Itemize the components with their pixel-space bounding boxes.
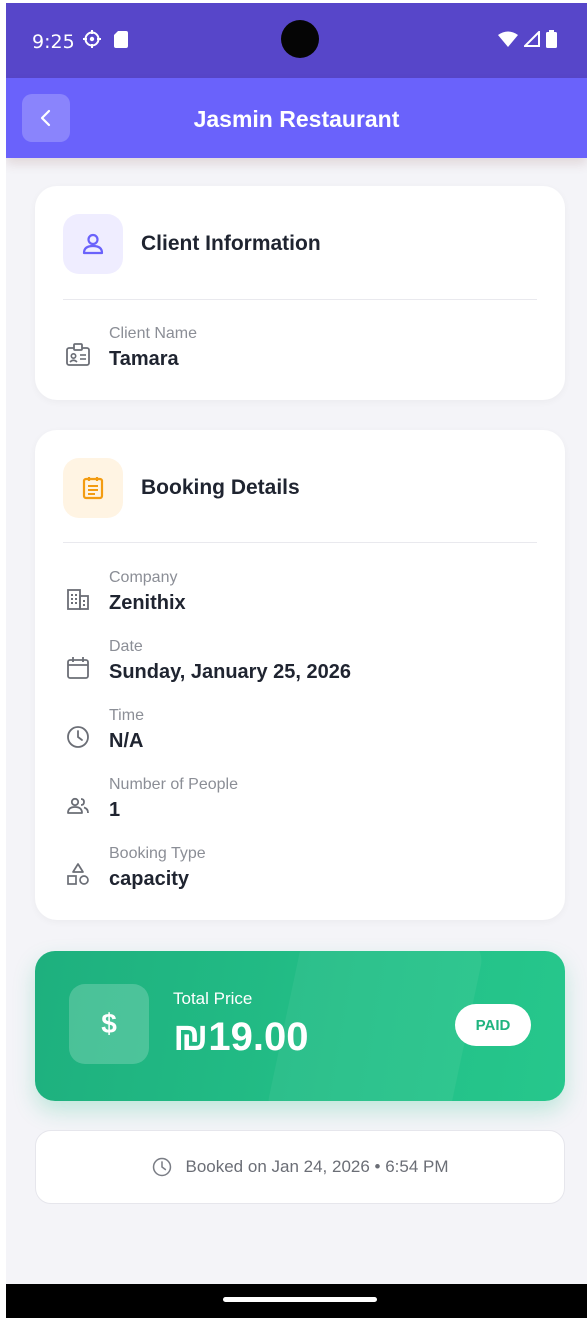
time-value: N/A <box>109 730 144 752</box>
status-bar: 9:25 <box>6 3 587 78</box>
system-navigation-bar <box>6 1284 587 1318</box>
booking-details-title: Booking Details <box>141 476 300 499</box>
date-label: Date <box>109 638 143 655</box>
client-name-row: Client Name Tamara <box>63 324 197 373</box>
document-icon-box <box>63 458 123 518</box>
app-bar: Jasmin Restaurant <box>6 78 587 158</box>
clock-icon <box>153 1157 172 1177</box>
total-price-value: ₪19.00 <box>173 1015 309 1059</box>
building-icon <box>63 584 93 614</box>
total-price-label: Total Price <box>173 989 253 1008</box>
booking-details-card: Booking Details Company Zenithix Date Su… <box>35 430 565 920</box>
booked-on-text: Booked on Jan 24, 2026 • 6:54 PM <box>185 1157 449 1176</box>
status-time: 9:25 <box>32 31 75 53</box>
booking-row-date: Date Sunday, January 25, 2026 <box>63 637 351 686</box>
wifi-icon <box>498 31 518 47</box>
client-name-value: Tamara <box>109 348 179 370</box>
settings-status-icon <box>83 30 101 48</box>
divider <box>63 542 537 543</box>
booking-row-time: Time N/A <box>63 706 144 755</box>
booking-type-value: capacity <box>109 868 190 890</box>
sd-card-icon <box>114 31 128 48</box>
booking-row-people: Number of People 1 <box>63 775 238 824</box>
people-value: 1 <box>109 799 121 821</box>
people-label: Number of People <box>109 776 238 793</box>
person-icon-box <box>63 214 123 274</box>
company-value: Zenithix <box>109 592 186 614</box>
calendar-icon <box>63 653 93 683</box>
time-label: Time <box>109 707 144 724</box>
company-label: Company <box>109 569 178 586</box>
client-name-label: Client Name <box>109 325 198 342</box>
booking-row-type: Booking Type capacity <box>63 844 206 893</box>
date-value: Sunday, January 25, 2026 <box>109 661 351 683</box>
status-indicators <box>498 30 557 48</box>
client-info-title: Client Information <box>141 232 321 255</box>
battery-icon <box>546 30 557 48</box>
id-card-icon <box>63 340 93 370</box>
total-price-card: $ Total Price ₪19.00 PAID <box>35 951 565 1101</box>
booking-row-company: Company Zenithix <box>63 568 186 617</box>
dollar-icon: $ <box>69 984 149 1064</box>
booking-type-label: Booking Type <box>109 845 206 862</box>
booking-details-header: Booking Details <box>63 458 300 518</box>
status-badge: PAID <box>455 1004 531 1046</box>
device-screen: 9:25 Jasmin Restaurant Client Informatio… <box>6 3 587 1318</box>
document-icon <box>82 477 104 500</box>
shapes-icon <box>63 860 93 890</box>
camera-cutout <box>281 20 319 58</box>
booked-on-card: Booked on Jan 24, 2026 • 6:54 PM <box>35 1130 565 1204</box>
people-icon <box>63 791 93 821</box>
person-icon <box>82 233 104 255</box>
client-info-header: Client Information <box>63 214 321 274</box>
client-info-card: Client Information Client Name Tamara <box>35 186 565 400</box>
home-handle[interactable] <box>223 1297 377 1302</box>
clock-icon <box>63 722 93 752</box>
page-title: Jasmin Restaurant <box>193 106 400 132</box>
signal-icon <box>524 31 540 47</box>
divider <box>63 299 537 300</box>
